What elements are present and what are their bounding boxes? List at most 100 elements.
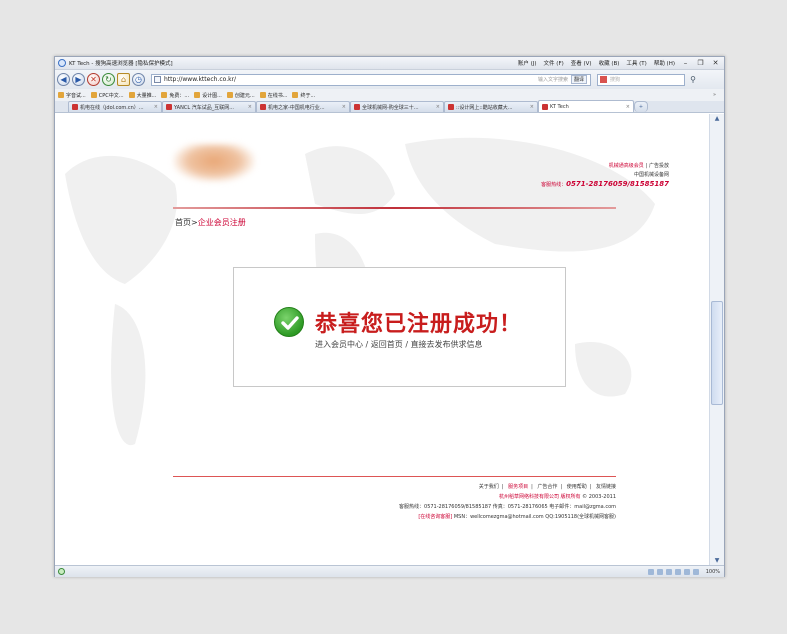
- download-icon[interactable]: [692, 568, 699, 575]
- publish-info-link[interactable]: 直接去发布供求信息: [411, 340, 483, 349]
- breadcrumb-home[interactable]: 首页: [175, 218, 191, 227]
- home-icon[interactable]: ⌂: [117, 73, 130, 86]
- favorite-item[interactable]: CPC中文...: [90, 92, 124, 99]
- scroll-up-icon[interactable]: ▲: [711, 114, 723, 123]
- tab-kt-tech[interactable]: KT Tech ×: [538, 100, 634, 112]
- history-icon[interactable]: ◷: [132, 73, 145, 86]
- tab-close-icon[interactable]: ×: [154, 104, 158, 110]
- tab-yancl[interactable]: YANCL 汽车试品_互联网... ×: [162, 101, 256, 112]
- favorite-item[interactable]: 字音试...: [58, 92, 86, 99]
- footer-link-ads[interactable]: 广告合作: [537, 484, 557, 490]
- site-favicon-icon: [72, 104, 78, 110]
- sound-icon[interactable]: [674, 568, 681, 575]
- site-header-info: 机械通高级会员 | 广告投放 中国机械设备网 客服热线：0571-2817605…: [541, 163, 669, 188]
- window-icon[interactable]: [683, 568, 690, 575]
- favorite-item[interactable]: 设计图...: [194, 92, 222, 99]
- search-icon[interactable]: ⚲: [687, 74, 699, 86]
- tab-close-icon[interactable]: ×: [530, 104, 534, 110]
- tab-machinery[interactable]: 全球机械网-购全球三十... ×: [350, 101, 444, 112]
- online-support-link[interactable]: [在线咨询客服]: [418, 514, 452, 520]
- site-footer: 关于我们 | 服务项目 | 广告合作 | 使用帮助 | 友情链接 杭州稻草网络科技有限公…: [173, 482, 616, 522]
- bookmark-icon: [226, 92, 233, 98]
- page-content: 机械通高级会员 | 广告投放 中国机械设备网 客服热线：0571-2817605…: [55, 114, 711, 565]
- breadcrumb: 首页>企业会员注册: [175, 218, 246, 227]
- vip-member-link[interactable]: 机械通高级会员: [609, 163, 644, 169]
- favorite-item[interactable]: 终于...: [292, 92, 315, 99]
- navigation-bar: ◀ ▶ ✕ ↻ ⌂ ◷ http://www.kttech.co.kr/ 输入文…: [55, 70, 724, 89]
- footer-nav: 关于我们 | 服务项目 | 广告合作 | 使用帮助 | 友情链接: [478, 484, 616, 490]
- back-icon[interactable]: ◀: [57, 73, 70, 86]
- stop-icon[interactable]: ✕: [87, 73, 100, 86]
- bookmark-icon: [292, 92, 299, 98]
- browser-logo-icon: [58, 59, 66, 67]
- success-panel: 恭喜您已注册成功！ 进入会员中心 / 返回首页 / 直接去发布供求信息: [233, 267, 566, 387]
- menu-tools[interactable]: 工具 (T): [626, 59, 646, 67]
- maximize-icon[interactable]: ❐: [696, 59, 705, 67]
- member-center-link[interactable]: 进入会员中心: [315, 340, 363, 349]
- site-subtitle: 中国机械设备网: [633, 172, 669, 178]
- tab-jdzj[interactable]: 机电之家-中国机电行业... ×: [256, 101, 350, 112]
- footer-link-services[interactable]: 服务项目: [508, 484, 528, 490]
- footer-msn: [在线咨询客服] MSN：wellcomezgma@hotmail.com QQ…: [418, 514, 616, 520]
- translate-button[interactable]: 翻译: [570, 75, 587, 84]
- zoom-level[interactable]: 100%: [706, 569, 720, 575]
- favorite-item[interactable]: 免费：...: [161, 92, 189, 99]
- favorites-more-button[interactable]: »: [713, 92, 716, 98]
- return-home-link[interactable]: 返回首页: [371, 340, 403, 349]
- search-engine-icon[interactable]: [600, 76, 607, 83]
- hotline: 客服热线：0571-28176059/81585187: [541, 180, 669, 188]
- address-hint: 输入文字搜索: [537, 77, 568, 83]
- close-icon[interactable]: ✕: [711, 59, 720, 67]
- footer-link-friends[interactable]: 友情链接: [596, 484, 616, 490]
- bulb-icon[interactable]: [647, 568, 654, 575]
- menu-help[interactable]: 帮助 (H): [654, 59, 675, 67]
- favorite-item[interactable]: 在线书...: [259, 92, 287, 99]
- bookmark-icon: [128, 92, 135, 98]
- tab-close-icon[interactable]: ×: [342, 104, 346, 110]
- menu-file[interactable]: 文件 (F): [544, 59, 564, 67]
- tab-close-icon[interactable]: ×: [626, 104, 630, 110]
- bookmark-icon: [259, 92, 266, 98]
- favorite-item[interactable]: 创建元...: [226, 92, 255, 99]
- search-box[interactable]: 搜狗: [597, 73, 685, 86]
- scroll-thumb[interactable]: [711, 301, 723, 405]
- bookmark-icon: [58, 92, 64, 98]
- footer-copyright: 杭州稻草网络科技有限公司 版权所有 © 2003-2011: [498, 494, 616, 500]
- search-placeholder: 搜狗: [610, 77, 621, 83]
- browser-window: KT Tech - 搜狗高速浏览器 [隐私保护模式] 账户 (J) 文件 (F)…: [54, 56, 725, 577]
- refresh-icon[interactable]: ↻: [102, 73, 115, 86]
- favorite-item[interactable]: 大量推...: [128, 92, 156, 99]
- site-logo[interactable]: [173, 144, 255, 182]
- success-title: 恭喜您已注册成功！: [315, 312, 523, 337]
- site-favicon-icon: [260, 104, 266, 110]
- status-tray: 100%: [647, 568, 720, 575]
- hotline-number: 0571-28176059/81585187: [566, 180, 669, 188]
- minimize-icon[interactable]: –: [681, 59, 690, 67]
- footer-link-help[interactable]: 使用帮助: [567, 484, 587, 490]
- menu-account[interactable]: 账户 (J): [518, 59, 537, 67]
- menu-view[interactable]: 查看 (V): [571, 59, 592, 67]
- bookmark-icon: [161, 92, 168, 98]
- scroll-down-icon[interactable]: ▼: [711, 556, 723, 565]
- vertical-scrollbar[interactable]: ▲ ▼: [709, 114, 724, 565]
- forward-icon[interactable]: ▶: [72, 73, 85, 86]
- tab-jdol[interactable]: 机电在线（jdol.com.cn）... ×: [68, 101, 162, 112]
- ad-placement-link[interactable]: 广告投放: [649, 163, 669, 169]
- pen-icon[interactable]: [665, 568, 672, 575]
- bookmark-icon: [90, 92, 97, 98]
- title-bar: KT Tech - 搜狗高速浏览器 [隐私保护模式] 账户 (J) 文件 (F)…: [55, 57, 724, 70]
- menu-favorites[interactable]: 收藏 (B): [599, 59, 620, 67]
- address-bar[interactable]: http://www.kttech.co.kr/ 输入文字搜索 翻译: [151, 73, 591, 86]
- new-tab-button[interactable]: +: [634, 101, 648, 112]
- tab-design[interactable]: ::设计网上::酷站收藏大... ×: [444, 101, 538, 112]
- header-divider: [173, 207, 616, 209]
- url-text[interactable]: http://www.kttech.co.kr/: [164, 76, 236, 83]
- tab-close-icon[interactable]: ×: [436, 104, 440, 110]
- shield-icon[interactable]: [656, 568, 663, 575]
- tab-bar: 机电在线（jdol.com.cn）... × YANCL 汽车试品_互联网... ×…: [55, 100, 724, 113]
- site-favicon-icon: [354, 104, 360, 110]
- status-done-icon: [58, 568, 65, 575]
- window-title: KT Tech - 搜狗高速浏览器 [隐私保护模式]: [69, 61, 173, 67]
- footer-link-about[interactable]: 关于我们: [479, 484, 499, 490]
- tab-close-icon[interactable]: ×: [248, 104, 252, 110]
